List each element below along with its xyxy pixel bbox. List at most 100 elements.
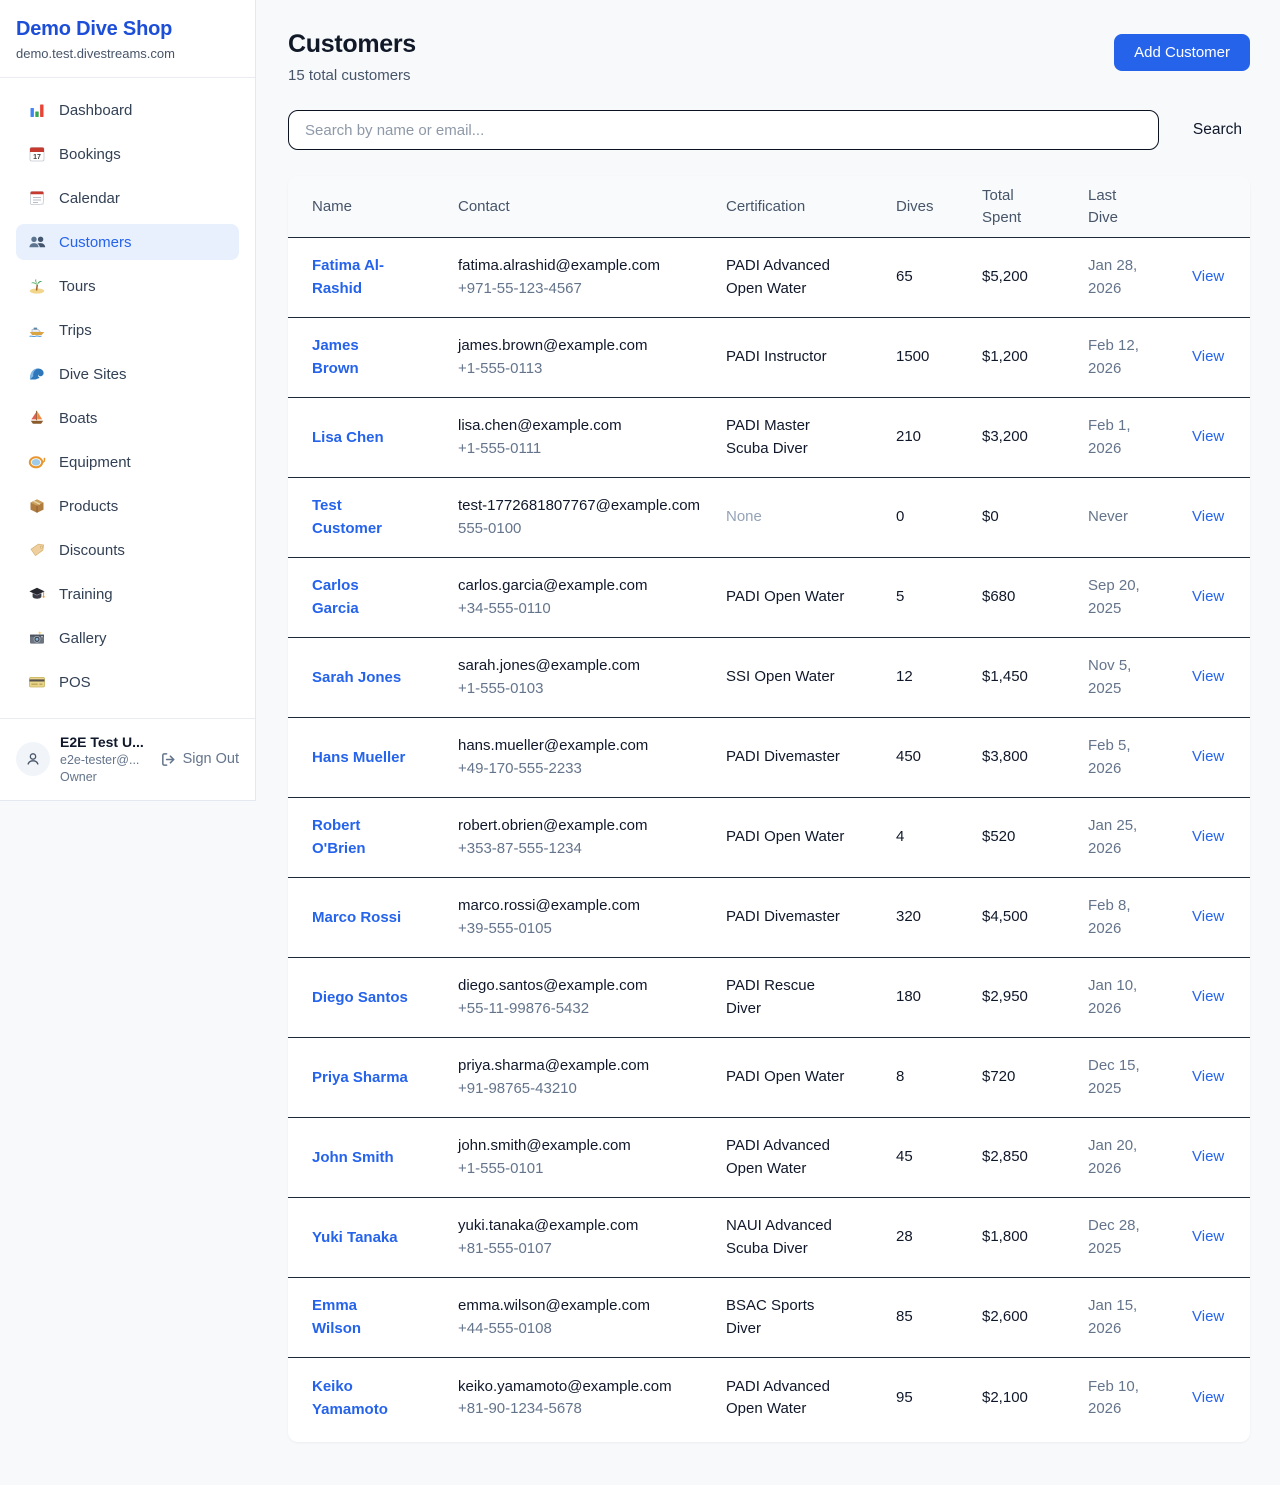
customer-name-link[interactable]: Priya Sharma — [312, 1066, 408, 1089]
sailboat-icon — [28, 409, 46, 427]
customer-phone: +44-555-0108 — [458, 1318, 716, 1341]
cell-last-dive: Feb 5, 2026 — [1088, 720, 1192, 795]
table-row: Keiko Yamamoto keiko.yamamoto@example.co… — [288, 1358, 1250, 1438]
customer-name-link[interactable]: Keiko Yamamoto — [312, 1375, 409, 1422]
sidebar-item-products[interactable]: Products — [16, 488, 239, 524]
table-header-row: NameContactCertificationDivesTotal Spent… — [288, 176, 1250, 238]
sidebar-item-dashboard[interactable]: Dashboard — [16, 92, 239, 128]
sidebar-item-label: Boats — [59, 410, 97, 427]
view-link[interactable]: View — [1192, 588, 1224, 605]
cell-dives: 5 — [896, 571, 982, 624]
cell-certification: PADI Rescue Diver — [726, 960, 896, 1035]
calendar-date-icon: 17 — [28, 145, 46, 163]
customer-name-link[interactable]: John Smith — [312, 1146, 394, 1169]
view-link[interactable]: View — [1192, 988, 1224, 1005]
customer-phone: +91-98765-43210 — [458, 1078, 716, 1101]
sidebar-item-discounts[interactable]: Discounts — [16, 532, 239, 568]
customer-name-link[interactable]: Test Customer — [312, 494, 409, 541]
cell-action: View — [1192, 1051, 1234, 1104]
view-link[interactable]: View — [1192, 428, 1224, 445]
customer-name-link[interactable]: Robert O'Brien — [312, 814, 409, 861]
cell-action: View — [1192, 731, 1234, 784]
table-row: James Brown james.brown@example.com +1-5… — [288, 318, 1250, 398]
cell-total-spent: $1,800 — [982, 1211, 1088, 1264]
search-button[interactable]: Search — [1185, 115, 1250, 145]
customer-phone: +81-555-0107 — [458, 1238, 716, 1261]
sidebar-item-boats[interactable]: Boats — [16, 400, 239, 436]
customer-name-link[interactable]: James Brown — [312, 334, 409, 381]
view-link[interactable]: View — [1192, 748, 1224, 765]
cell-name: Emma Wilson — [312, 1279, 458, 1356]
cell-contact: james.brown@example.com +1-555-0113 — [458, 320, 726, 395]
sidebar-item-pos[interactable]: POS — [16, 664, 239, 700]
customer-name-link[interactable]: Sarah Jones — [312, 666, 401, 689]
motorboat-icon — [28, 321, 46, 339]
sidebar: Demo Dive Shop demo.test.divestreams.com… — [0, 0, 256, 801]
cell-name: Fatima Al-Rashid — [312, 239, 458, 316]
view-link[interactable]: View — [1192, 1308, 1224, 1325]
cell-dives: 95 — [896, 1372, 982, 1425]
sidebar-item-label: Discounts — [59, 542, 125, 559]
user-email: e2e-tester@... — [60, 752, 144, 769]
calendar-pad-icon — [28, 189, 46, 207]
cell-action: View — [1192, 571, 1234, 624]
customer-phone: 555-0100 — [458, 518, 716, 541]
view-link[interactable]: View — [1192, 668, 1224, 685]
main-content: Customers 15 total customers Add Custome… — [256, 0, 1280, 1468]
table-body: Fatima Al-Rashid fatima.alrashid@example… — [288, 238, 1250, 1438]
customer-last-dive: Feb 1, 2026 — [1088, 415, 1150, 460]
sidebar-item-customers[interactable]: Customers — [16, 224, 239, 260]
sidebar-item-equipment[interactable]: Equipment — [16, 444, 239, 480]
cell-name: Yuki Tanaka — [312, 1211, 458, 1265]
cell-certification: NAUI Advanced Scuba Diver — [726, 1200, 896, 1275]
customer-last-dive: Nov 5, 2025 — [1088, 655, 1150, 700]
view-link[interactable]: View — [1192, 828, 1224, 845]
cell-dives: 4 — [896, 811, 982, 864]
view-link[interactable]: View — [1192, 1389, 1224, 1406]
customer-name-link[interactable]: Fatima Al-Rashid — [312, 254, 409, 301]
view-link[interactable]: View — [1192, 268, 1224, 285]
view-link[interactable]: View — [1192, 1148, 1224, 1165]
cell-certification: PADI Open Water — [726, 571, 896, 624]
brand-domain: demo.test.divestreams.com — [16, 46, 239, 61]
view-link[interactable]: View — [1192, 908, 1224, 925]
customer-email: priya.sharma@example.com — [458, 1055, 716, 1078]
cell-contact: robert.obrien@example.com +353-87-555-12… — [458, 800, 726, 875]
customer-certification: None — [726, 506, 762, 529]
customer-name-link[interactable]: Diego Santos — [312, 986, 408, 1009]
add-customer-button[interactable]: Add Customer — [1114, 34, 1250, 71]
diving-mask-icon — [28, 453, 46, 471]
customer-name-link[interactable]: Emma Wilson — [312, 1294, 409, 1341]
customer-email: yuki.tanaka@example.com — [458, 1215, 716, 1238]
customer-email: sarah.jones@example.com — [458, 655, 716, 678]
cell-name: Sarah Jones — [312, 651, 458, 705]
table-row: Lisa Chen lisa.chen@example.com +1-555-0… — [288, 398, 1250, 478]
sidebar-item-trips[interactable]: Trips — [16, 312, 239, 348]
view-link[interactable]: View — [1192, 508, 1224, 525]
sign-out-button[interactable]: Sign Out — [160, 751, 239, 768]
search-input[interactable] — [288, 110, 1159, 150]
sidebar-item-calendar[interactable]: Calendar — [16, 180, 239, 216]
sidebar-item-tours[interactable]: Tours — [16, 268, 239, 304]
cell-last-dive: Jan 25, 2026 — [1088, 800, 1192, 875]
customer-name-link[interactable]: Yuki Tanaka — [312, 1226, 398, 1249]
sidebar-item-gallery[interactable]: Gallery — [16, 620, 239, 656]
sidebar-item-label: Equipment — [59, 454, 131, 471]
wave-icon — [28, 365, 46, 383]
customer-name-link[interactable]: Marco Rossi — [312, 906, 401, 929]
sidebar-item-bookings[interactable]: 17Bookings — [16, 136, 239, 172]
sidebar-item-dive-sites[interactable]: Dive Sites — [16, 356, 239, 392]
customer-email: emma.wilson@example.com — [458, 1295, 716, 1318]
user-section: E2E Test U... e2e-tester@... Owner Sign … — [0, 718, 255, 800]
customer-last-dive: Jan 10, 2026 — [1088, 975, 1150, 1020]
view-link[interactable]: View — [1192, 1068, 1224, 1085]
sidebar-item-training[interactable]: Training — [16, 576, 239, 612]
view-link[interactable]: View — [1192, 348, 1224, 365]
cell-contact: hans.mueller@example.com +49-170-555-223… — [458, 720, 726, 795]
view-link[interactable]: View — [1192, 1228, 1224, 1245]
customer-name-link[interactable]: Lisa Chen — [312, 426, 384, 449]
graduation-cap-icon — [28, 585, 46, 603]
customer-name-link[interactable]: Hans Mueller — [312, 746, 405, 769]
customer-last-dive: Feb 5, 2026 — [1088, 735, 1150, 780]
customer-name-link[interactable]: Carlos Garcia — [312, 574, 409, 621]
